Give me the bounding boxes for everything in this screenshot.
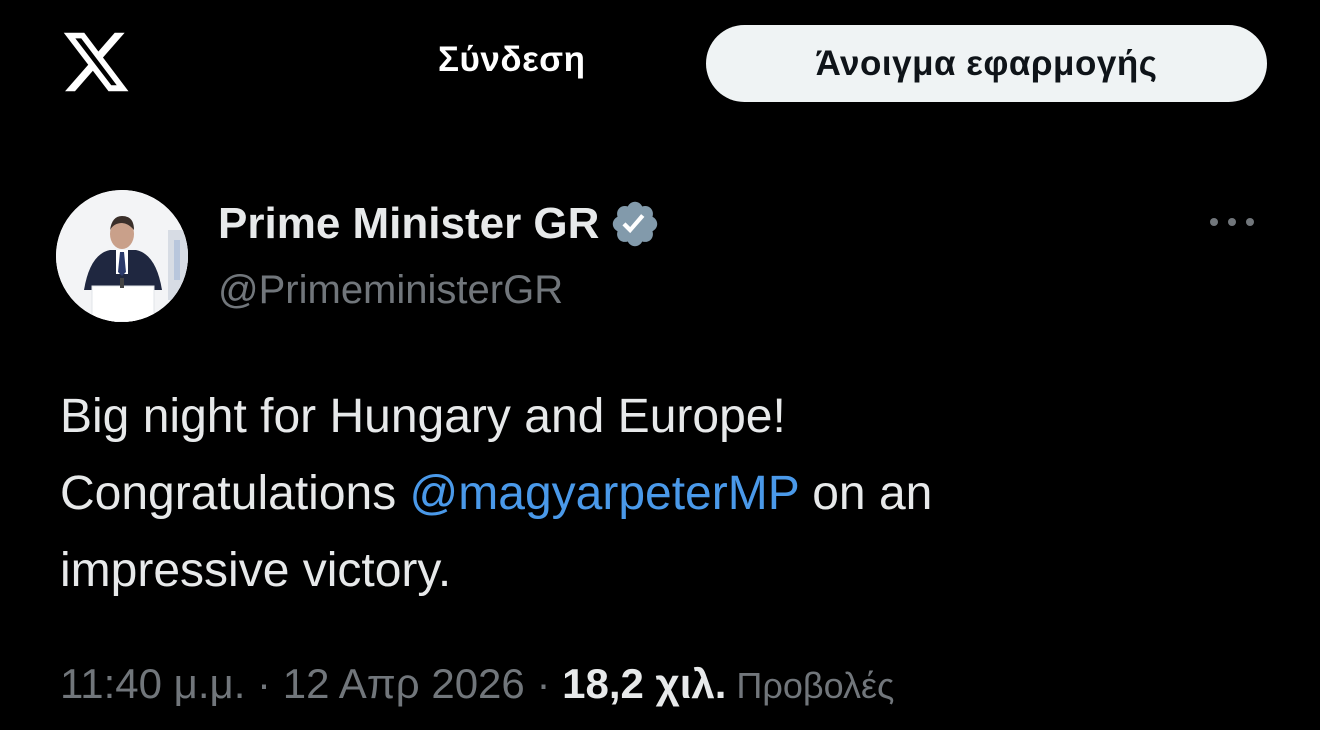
views-count: 18,2 χιλ. <box>562 660 727 707</box>
login-link[interactable]: Σύνδεση <box>438 40 586 80</box>
top-bar: Σύνδεση Άνοιγμα εφαρμογής <box>0 0 1320 125</box>
meta-separator: · <box>245 660 283 707</box>
display-name-row: Prime Minister GR <box>218 198 661 250</box>
tweet-text: Big night for Hungary and Europe! Congra… <box>60 378 1280 609</box>
tweet-time[interactable]: 11:40 μ.μ. <box>60 660 245 707</box>
tweet-text-line-2: Congratulations @magyarpeterMP on an <box>60 455 1280 532</box>
verified-badge-icon <box>609 198 661 250</box>
tweet-text-line-2-start: Congratulations <box>60 467 410 520</box>
x-logo-icon[interactable] <box>58 26 134 98</box>
mention-link[interactable]: @magyarpeterMP <box>410 467 799 520</box>
avatar[interactable] <box>56 190 188 322</box>
meta-separator: · <box>524 660 563 707</box>
tweet-meta: 11:40 μ.μ. · 12 Απρ 2026 · 18,2 χιλ. Προ… <box>60 660 894 708</box>
more-options-icon[interactable] <box>1206 208 1258 236</box>
display-name[interactable]: Prime Minister GR <box>218 199 599 249</box>
tweet-text-line-1: Big night for Hungary and Europe! <box>60 390 786 443</box>
tweet-text-line-2-end: on an <box>798 467 933 520</box>
tweet-text-line-3: impressive victory. <box>60 544 452 597</box>
open-app-button[interactable]: Άνοιγμα εφαρμογής <box>706 25 1267 102</box>
user-handle[interactable]: @PrimeministerGR <box>218 268 563 313</box>
tweet-date[interactable]: 12 Απρ 2026 <box>283 660 525 707</box>
views-label: Προβολές <box>726 665 895 706</box>
